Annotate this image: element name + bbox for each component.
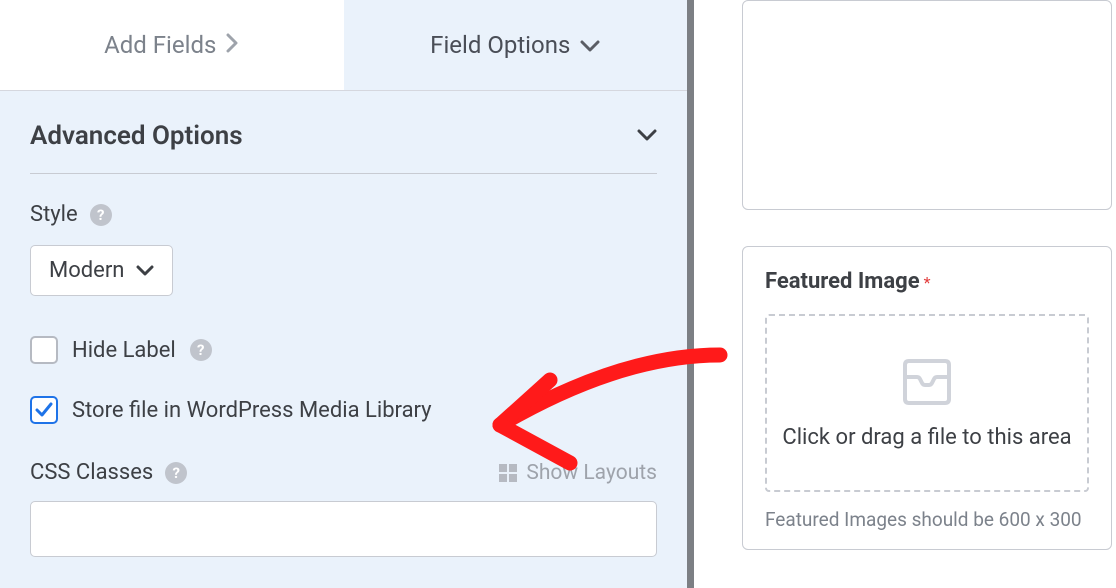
style-value: Modern — [49, 258, 124, 283]
hide-label-text: Hide Label — [72, 338, 176, 363]
file-dropzone[interactable]: Click or drag a file to this area — [765, 314, 1089, 492]
section-advanced-options: Advanced Options — [0, 91, 687, 174]
help-icon[interactable]: ? — [90, 204, 112, 226]
featured-image-field: Featured Image* Click or drag a file to … — [742, 246, 1112, 550]
chevron-down-icon — [637, 127, 657, 146]
dropzone-text: Click or drag a file to this area — [782, 425, 1071, 450]
panel-divider[interactable] — [687, 0, 694, 588]
style-select[interactable]: Modern — [30, 245, 173, 296]
featured-image-label: Featured Image — [765, 269, 920, 294]
section-header[interactable]: Advanced Options — [30, 121, 657, 174]
store-media-text: Store file in WordPress Media Library — [72, 398, 432, 423]
style-label: Style — [30, 202, 78, 227]
css-classes-row: CSS Classes ? Show Layouts — [0, 424, 687, 485]
field-style: Style ? Modern — [0, 174, 687, 296]
css-classes-label: CSS Classes — [30, 460, 153, 485]
section-title: Advanced Options — [30, 121, 243, 151]
chevron-down-icon — [580, 31, 600, 59]
css-classes-input[interactable] — [30, 501, 657, 557]
help-icon[interactable]: ? — [165, 462, 187, 484]
help-icon[interactable]: ? — [190, 339, 212, 361]
hide-label-row: Hide Label ? — [0, 318, 687, 364]
show-layouts-label: Show Layouts — [526, 461, 657, 485]
preview-panel: Featured Image* Click or drag a file to … — [694, 0, 1116, 588]
show-layouts-button[interactable]: Show Layouts — [498, 461, 657, 485]
store-media-row: Store file in WordPress Media Library — [0, 378, 687, 424]
sidebar-panel: Add Fields Field Options Advanced Option… — [0, 0, 687, 588]
tabs: Add Fields Field Options — [0, 0, 687, 91]
featured-note: Featured Images should be 600 x 300 — [765, 508, 1089, 531]
tab-add-fields[interactable]: Add Fields — [0, 0, 344, 90]
tab-field-options-label: Field Options — [430, 31, 570, 59]
preview-textarea[interactable] — [742, 0, 1112, 210]
upload-icon — [899, 357, 955, 409]
hide-label-checkbox[interactable] — [30, 336, 58, 364]
store-media-checkbox[interactable] — [30, 396, 58, 424]
tab-add-fields-label: Add Fields — [104, 31, 216, 59]
grid-icon — [498, 463, 518, 483]
required-mark: * — [924, 273, 931, 292]
chevron-down-icon — [136, 258, 154, 283]
chevron-right-icon — [226, 31, 239, 59]
tab-field-options[interactable]: Field Options — [344, 0, 688, 90]
